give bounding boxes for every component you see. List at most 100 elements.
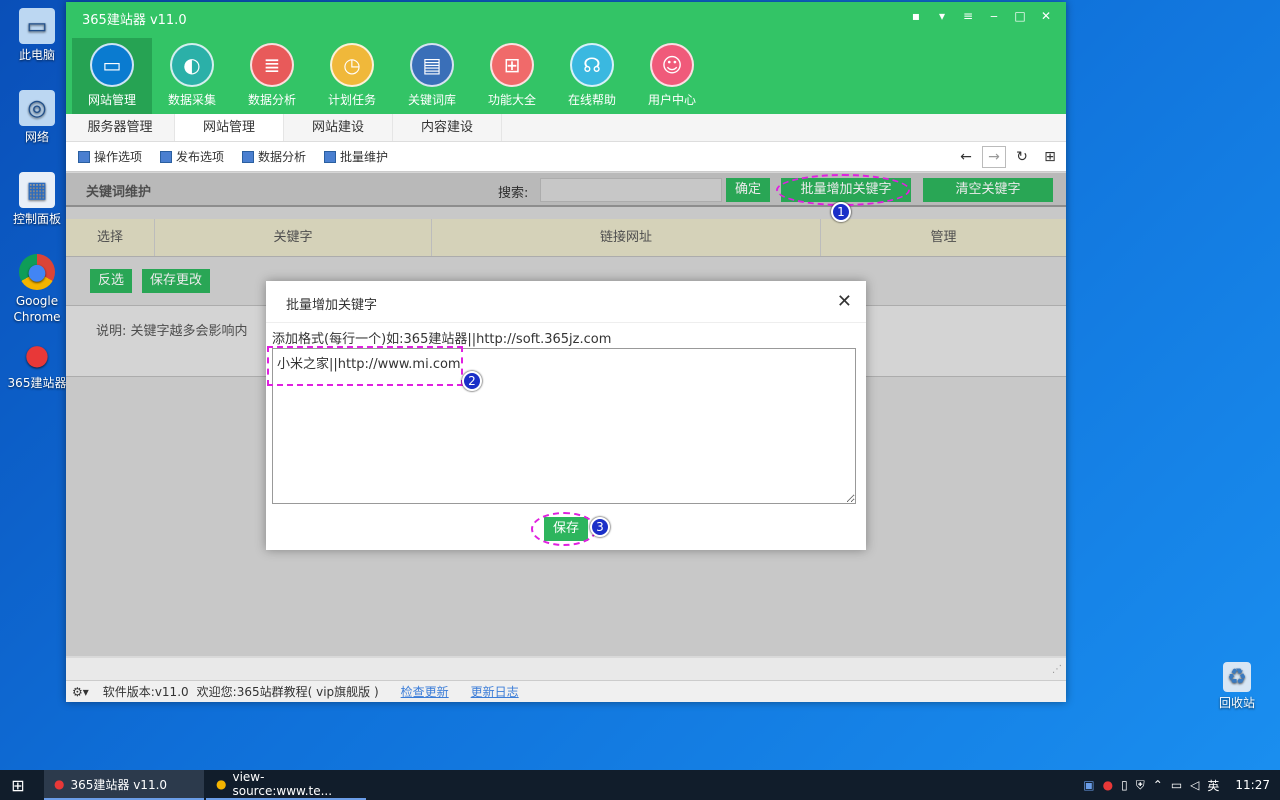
chrome-icon: ● [216,777,227,791]
tab-content[interactable]: 内容建设 [393,114,502,141]
gauge-icon: ◷ [330,43,374,87]
monitor-icon: ▭ [90,43,134,87]
system-tray: ▣ ● ▯ ⛨ ⌃ ▭ ◁ 英 11:27 [1083,770,1270,800]
toolbar-operation[interactable]: 操作选项 [78,148,142,165]
toolbar-batch[interactable]: 批量维护 [324,148,388,165]
tab-website[interactable]: 网站管理 [175,114,284,141]
nav-item-collect[interactable]: ◐ 数据采集 [152,38,232,114]
recycle-bin-icon: ♻ [1223,662,1251,692]
nav-item-analysis[interactable]: ≣ 数据分析 [232,38,312,114]
welcome-text: 欢迎您:365站群教程( vip旗舰版 ) [196,685,379,699]
annotation-badge-3: 3 [590,517,610,537]
desktop-icon-recycle-bin[interactable]: ♻ 回收站 [1202,662,1272,711]
nav-label: 计划任务 [327,93,376,107]
maximize-icon[interactable]: □ [1010,6,1030,26]
taskbar-app-365[interactable]: ● 365建站器 v11.0 [44,770,204,800]
database-icon: ≣ [250,43,294,87]
update-log-link[interactable]: 更新日志 [471,683,519,700]
toolbar-publish[interactable]: 发布选项 [160,148,224,165]
status-bar: ⚙▾ 软件版本:v11.0 欢迎您:365站群教程( vip旗舰版 ) 检查更新… [66,680,1066,702]
taskbar-app-chrome[interactable]: ● view-source:www.te... [206,770,366,800]
table-icon [242,150,255,163]
minimize-icon[interactable]: ‒ [984,6,1004,26]
desktop-icon-computer[interactable]: ▭ 此电脑 [2,8,72,63]
nav-item-help[interactable]: ☊ 在线帮助 [552,38,632,114]
nav-label: 在线帮助 [567,93,616,107]
table-icon [160,150,173,163]
tray-apple-icon[interactable]: ● [1103,778,1113,792]
app-title: 365建站器 v11.0 [82,13,187,28]
nav-arrows: ← → ↻ ⊞ [954,146,1062,168]
ime-indicator[interactable]: 英 [1207,777,1219,794]
user-icon: ☺ [650,43,694,87]
menu-icon[interactable]: ≡ [958,6,978,26]
desktop-icon-label: 365建站器 [7,376,67,390]
network-tray-icon[interactable]: ▭ [1171,778,1182,792]
desktop-icon-chrome[interactable]: ● Google Chrome [2,254,72,325]
shirt-icon[interactable]: ▾ [932,6,952,26]
clock[interactable]: 11:27 [1235,778,1270,792]
nav-label: 数据分析 [247,93,296,107]
toolbar-analysis[interactable]: 数据分析 [242,148,306,165]
tab-server[interactable]: 服务器管理 [66,114,175,141]
batch-add-keyword-dialog: 批量增加关键字 ✕ 添加格式(每行一个)如:365建站器||http://sof… [266,281,866,550]
nav-item-keywords[interactable]: ▤ 关键词库 [392,38,472,114]
close-icon[interactable]: ✕ [837,291,852,312]
desktop-icon-label: 网络 [24,130,49,144]
desktop-icon-label: 回收站 [1218,696,1255,710]
desktop-icon-control-panel[interactable]: ▦ 控制面板 [2,172,72,227]
settings-icon[interactable]: ⚙▾ [72,685,89,699]
nav-label: 网站管理 [87,93,136,107]
shield-icon[interactable]: ⛨ [1136,778,1145,793]
close-icon[interactable]: ✕ [1036,6,1056,26]
check-update-link[interactable]: 检查更新 [401,683,449,700]
control-panel-icon: ▦ [19,172,55,208]
nav-label: 关键词库 [407,93,456,107]
dialog-title: 批量增加关键字 [286,298,378,313]
nav-item-website[interactable]: ▭ 网站管理 [72,38,152,114]
resize-grip-icon[interactable]: ⋰ [1052,664,1062,675]
windows-start-icon[interactable]: ⊞ [0,770,36,800]
sub-tabs: 服务器管理 网站管理 网站建设 内容建设 [66,114,1066,142]
apple-icon: ● [24,337,50,371]
grid-view-icon[interactable]: ⊞ [1038,146,1062,168]
toolbar-label: 操作选项 [94,150,143,164]
toolbar-label: 数据分析 [258,150,307,164]
table-icon [78,150,90,163]
nav-item-schedule[interactable]: ◷ 计划任务 [312,38,392,114]
computer-icon: ▭ [19,8,55,44]
desktop-icon-365[interactable]: ● 365建站器 [2,336,72,391]
book-icon: ▤ [410,43,454,87]
refresh-icon[interactable]: ↻ [1010,146,1034,168]
tab-build[interactable]: 网站建设 [284,114,393,141]
network-icon: ◎ [19,90,55,126]
annotation-badge-2: 2 [462,371,482,391]
desktop-icon-label: 此电脑 [18,48,55,62]
keyword-textarea[interactable]: 小米之家||http://www.mi.com [272,348,856,504]
window-controls: ▪ ▾ ≡ ‒ □ ✕ [906,6,1056,26]
nav-label: 数据采集 [167,93,216,107]
version-text: 软件版本:v11.0 [102,685,189,699]
nav-item-user[interactable]: ☺ 用户中心 [632,38,712,114]
taskbar-app-label: 365建站器 v11.0 [70,777,168,792]
tray-expand-icon[interactable]: ⌃ [1153,778,1163,792]
chat-icon[interactable]: ▪ [906,6,926,26]
desktop-icon-network[interactable]: ◎ 网络 [2,90,72,145]
table-icon [324,150,337,163]
desktop-icon-label: 控制面板 [12,212,61,226]
chrome-icon: ● [19,254,55,290]
grid-icon: ⊞ [490,43,534,87]
title-bar: 365建站器 v11.0 ▪ ▾ ≡ ‒ □ ✕ ▭ 网站管理 ◐ 数据采集 ≣… [66,2,1066,114]
usb-icon[interactable]: ▯ [1121,778,1128,792]
back-arrow-icon[interactable]: ← [954,146,978,168]
dialog-header: 批量增加关键字 ✕ [266,281,866,323]
toolbar: 操作选项 发布选项 数据分析 批量维护 ← → ↻ ⊞ [66,142,1066,172]
taskbar: ⊞ ● 365建站器 v11.0 ● view-source:www.te...… [0,770,1280,800]
annotation-badge-1: 1 [831,202,851,222]
main-nav: ▭ 网站管理 ◐ 数据采集 ≣ 数据分析 ◷ 计划任务 ▤ 关键词库 ⊞ 功能大… [72,38,712,114]
volume-icon[interactable]: ◁ [1190,778,1199,792]
forward-arrow-icon[interactable]: → [982,146,1006,168]
save-button[interactable]: 保存 [544,517,588,541]
tray-app-icon[interactable]: ▣ [1083,778,1094,792]
nav-item-functions[interactable]: ⊞ 功能大全 [472,38,552,114]
